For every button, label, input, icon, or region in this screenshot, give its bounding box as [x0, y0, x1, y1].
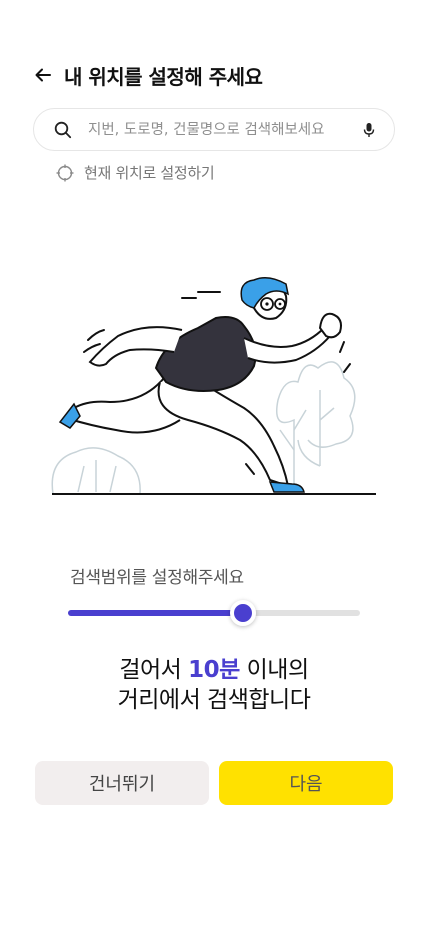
arrow-left-icon[interactable]: [34, 66, 52, 84]
next-button[interactable]: 다음: [219, 761, 393, 805]
result-prefix: 걸어서: [119, 657, 189, 683]
slider-fill: [68, 610, 244, 616]
search-range-result: 걸어서 10분 이내의 거리에서 검색합니다: [0, 655, 428, 715]
header: 내 위치를 설정해 주세요: [34, 60, 263, 90]
slider-thumb[interactable]: [230, 600, 257, 626]
current-location-button[interactable]: 현재 위치로 설정하기: [56, 162, 215, 183]
running-man-illustration: [51, 277, 376, 495]
search-bar[interactable]: [33, 108, 395, 151]
search-icon: [54, 121, 72, 138]
crosshair-icon: [56, 164, 74, 181]
page-title: 내 위치를 설정해 주세요: [64, 64, 263, 89]
result-suffix: 이내의: [239, 657, 309, 683]
search-input[interactable]: [88, 121, 362, 138]
mic-icon[interactable]: [362, 122, 376, 138]
skip-button[interactable]: 건너뛰기: [35, 761, 209, 805]
search-range-label: 검색범위를 설정해주세요: [70, 568, 244, 588]
result-line-2: 거리에서 검색합니다: [117, 687, 311, 713]
current-location-label: 현재 위치로 설정하기: [84, 164, 215, 182]
search-range-slider[interactable]: [68, 600, 360, 626]
result-line-1: 걸어서 10분 이내의: [0, 655, 428, 685]
result-highlight: 10분: [188, 657, 240, 683]
